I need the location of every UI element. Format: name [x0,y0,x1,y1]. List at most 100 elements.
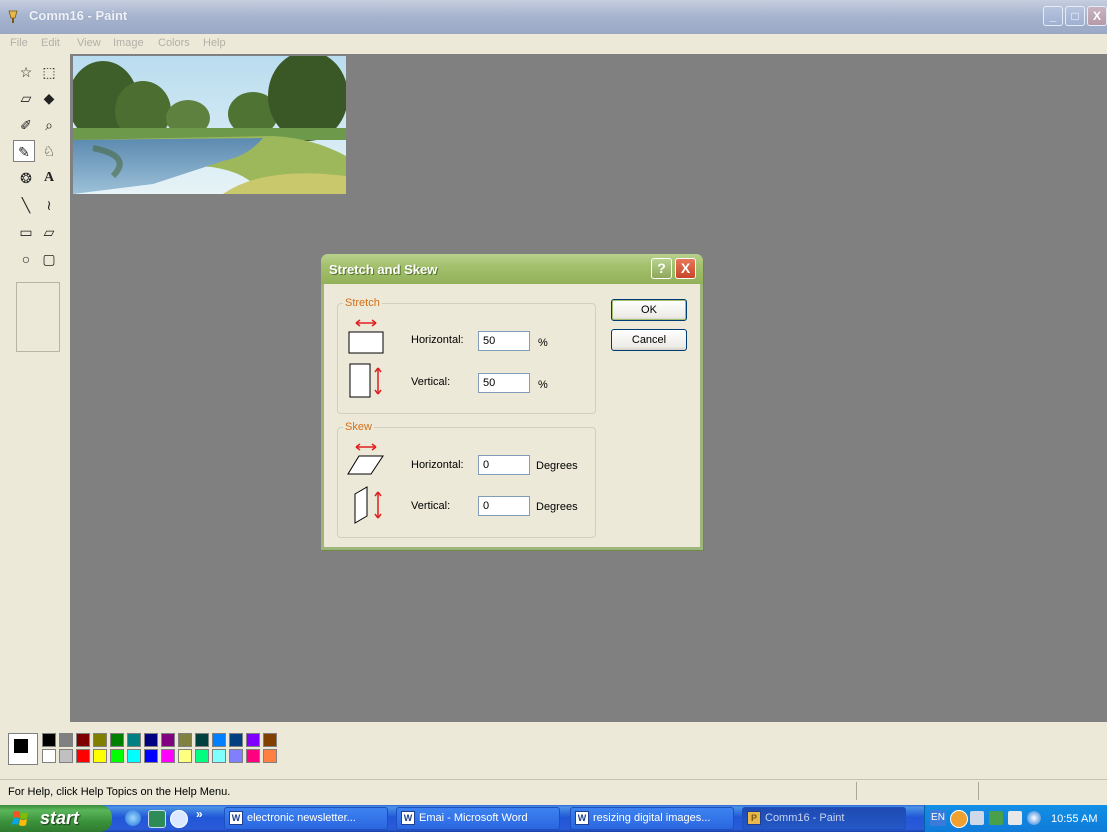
landscape-picture[interactable] [73,56,346,194]
language-indicator[interactable]: EN [930,810,946,826]
palette-swatch[interactable] [110,749,124,763]
palette-swatch[interactable] [127,749,141,763]
pick-color-tool[interactable]: ✐ [15,114,37,136]
palette-swatch[interactable] [76,749,90,763]
update-icon[interactable] [1027,811,1041,825]
status-divider [978,782,979,800]
start-button[interactable]: start [0,805,112,832]
menu-image[interactable]: Image [113,37,144,49]
current-colors [8,733,38,765]
taskbar-button-resizing[interactable]: W resizing digital images... [570,807,734,830]
word-icon: W [401,811,415,825]
palette-swatch[interactable] [212,749,226,763]
airbrush-tool[interactable]: ❂ [15,167,37,189]
skew-vertical-unit: Degrees [536,501,578,513]
tray-collapse-icon[interactable] [950,810,968,828]
dialog-close-button[interactable]: X [675,258,696,279]
palette-swatch[interactable] [127,733,141,747]
paint-app-icon[interactable] [6,10,20,24]
menu-bar: File Edit View Image Colors Help [0,34,1107,54]
close-button[interactable]: X [1087,6,1107,26]
quicklaunch-icon[interactable] [148,810,166,828]
fill-tool[interactable]: ◆ [38,87,60,109]
taskbar-button-paint[interactable]: P Comm16 - Paint [742,807,906,830]
skew-vertical-icon [354,486,382,524]
text-tool[interactable]: A [38,167,60,189]
pencil-tool[interactable]: ✎ [13,140,35,162]
palette-swatch[interactable] [144,749,158,763]
palette-swatch[interactable] [93,749,107,763]
clock: 10:55 AM [1051,813,1098,825]
menu-view[interactable]: View [77,37,101,49]
palette-swatch[interactable] [76,733,90,747]
menu-help[interactable]: Help [203,37,226,49]
menu-colors[interactable]: Colors [158,37,190,49]
palette-swatch[interactable] [229,749,243,763]
free-form-select-tool[interactable]: ☆ [15,61,37,83]
palette-swatch[interactable] [42,749,56,763]
taskbar-button-newsletter[interactable]: W electronic newsletter... [224,807,388,830]
palette-swatch[interactable] [229,733,243,747]
palette-swatch[interactable] [59,733,73,747]
word-icon: W [575,811,589,825]
magnifier-tool[interactable]: ⌕ [38,114,60,136]
minimize-button[interactable]: _ [1043,6,1063,26]
skew-vertical-input[interactable] [478,496,530,516]
task-label: electronic newsletter... [247,812,356,824]
rectangle-tool[interactable]: ▭ [15,221,37,243]
skew-vertical-label: Vertical: [411,500,451,512]
palette-swatch[interactable] [161,733,175,747]
palette-swatch[interactable] [263,749,277,763]
taskbar-button-email-word[interactable]: W Emai - Microsoft Word [396,807,560,830]
polygon-tool[interactable]: ▱ [38,221,60,243]
palette-swatch[interactable] [93,733,107,747]
word-icon: W [229,811,243,825]
line-tool[interactable]: ╲ [15,194,37,216]
volume-icon[interactable] [1008,811,1022,825]
skew-horizontal-icon [347,443,384,475]
palette-swatch[interactable] [144,733,158,747]
palette-swatch[interactable] [246,733,260,747]
color-palette [42,733,282,765]
ok-button[interactable]: OK [611,299,687,321]
select-tool[interactable]: ⬚ [38,61,60,83]
paint-icon: P [747,811,761,825]
palette-swatch[interactable] [195,749,209,763]
menu-edit[interactable]: Edit [41,37,60,49]
stretch-vertical-input[interactable] [478,373,530,393]
quicklaunch-more-icon[interactable]: » [196,807,203,821]
tray-app-icon[interactable] [989,811,1003,825]
task-label: Emai - Microsoft Word [419,812,528,824]
palette-swatch[interactable] [212,733,226,747]
palette-swatch[interactable] [178,749,192,763]
palette-swatch[interactable] [59,749,73,763]
outlook-icon[interactable] [170,810,188,828]
palette-swatch[interactable] [161,749,175,763]
dialog-help-button[interactable]: ? [651,258,672,279]
skew-horizontal-label: Horizontal: [411,459,464,471]
palette-swatch[interactable] [42,733,56,747]
palette-swatch[interactable] [246,749,260,763]
task-label: resizing digital images... [593,812,711,824]
skew-horizontal-input[interactable] [478,455,530,475]
foreground-color [13,738,29,754]
rounded-rectangle-tool[interactable]: ▢ [38,248,60,270]
stretch-vertical-icon [349,363,382,398]
palette-swatch[interactable] [110,733,124,747]
cancel-button[interactable]: Cancel [611,329,687,351]
skew-horizontal-unit: Degrees [536,460,578,472]
stretch-horizontal-input[interactable] [478,331,530,351]
brush-tool[interactable]: ♘ [38,140,60,162]
tool-options-box[interactable] [16,282,60,352]
maximize-button[interactable]: □ [1065,6,1085,26]
internet-explorer-icon[interactable] [125,810,141,826]
menu-file[interactable]: File [10,37,28,49]
palette-swatch[interactable] [178,733,192,747]
network-icon[interactable] [970,811,984,825]
palette-swatch[interactable] [195,733,209,747]
eraser-tool[interactable]: ▱ [15,87,37,109]
curve-tool[interactable]: ≀ [38,194,60,216]
palette-swatch[interactable] [263,733,277,747]
ellipse-tool[interactable]: ○ [15,248,37,270]
skew-group-label: Skew [343,421,374,433]
